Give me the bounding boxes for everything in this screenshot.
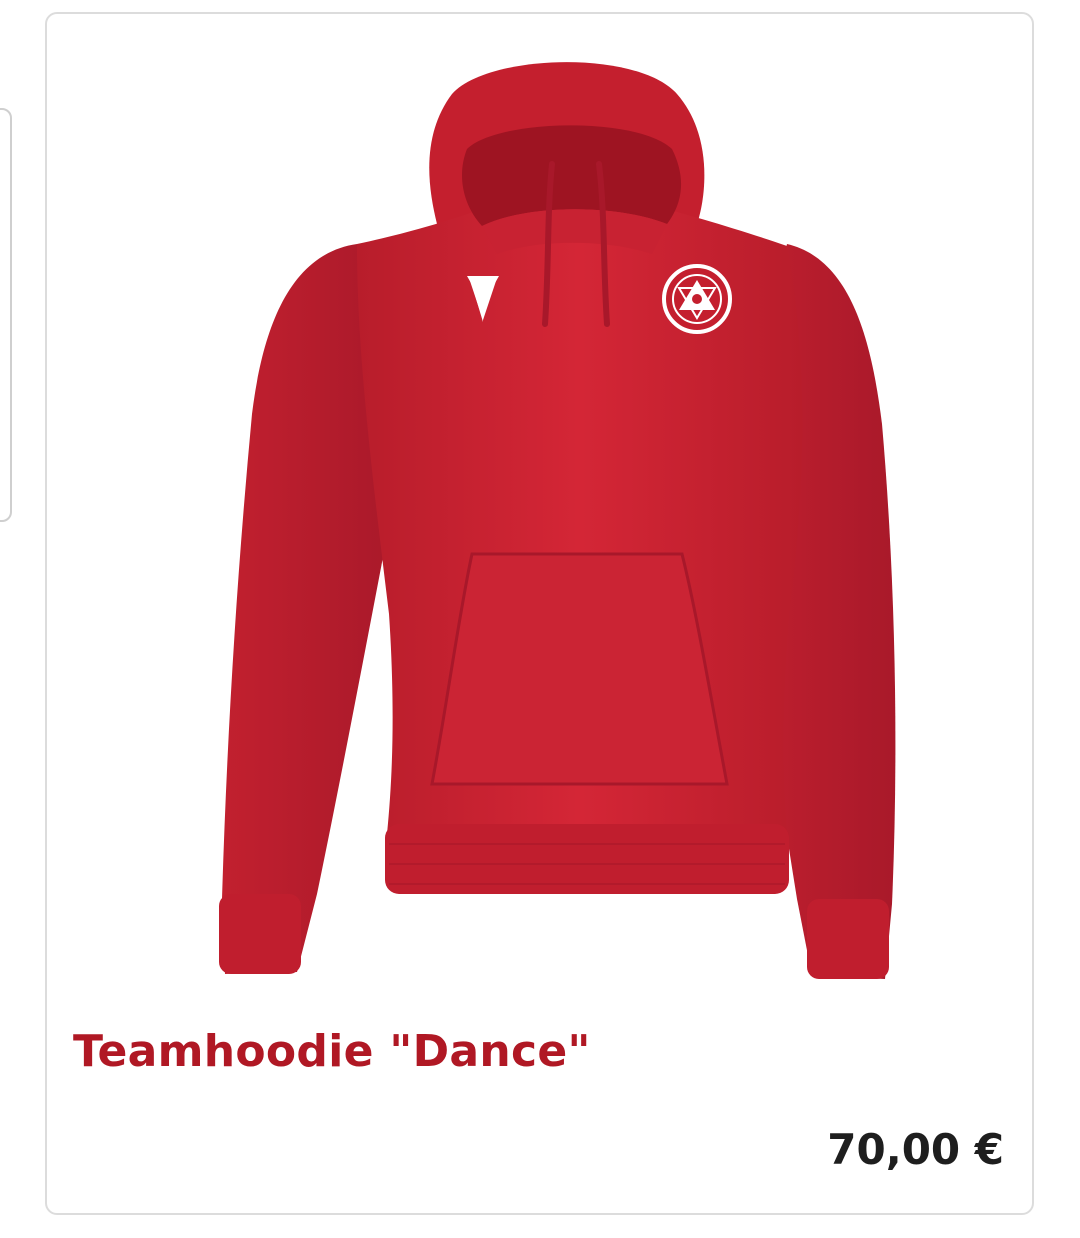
- product-price: 70,00 €: [827, 1125, 1004, 1174]
- product-card[interactable]: Teamhoodie "Dance" 70,00 €: [45, 12, 1034, 1215]
- side-drawer-handle[interactable]: [0, 108, 12, 522]
- club-crest-icon: [662, 264, 732, 334]
- product-title[interactable]: Teamhoodie "Dance": [73, 1026, 591, 1077]
- product-image[interactable]: [167, 54, 907, 994]
